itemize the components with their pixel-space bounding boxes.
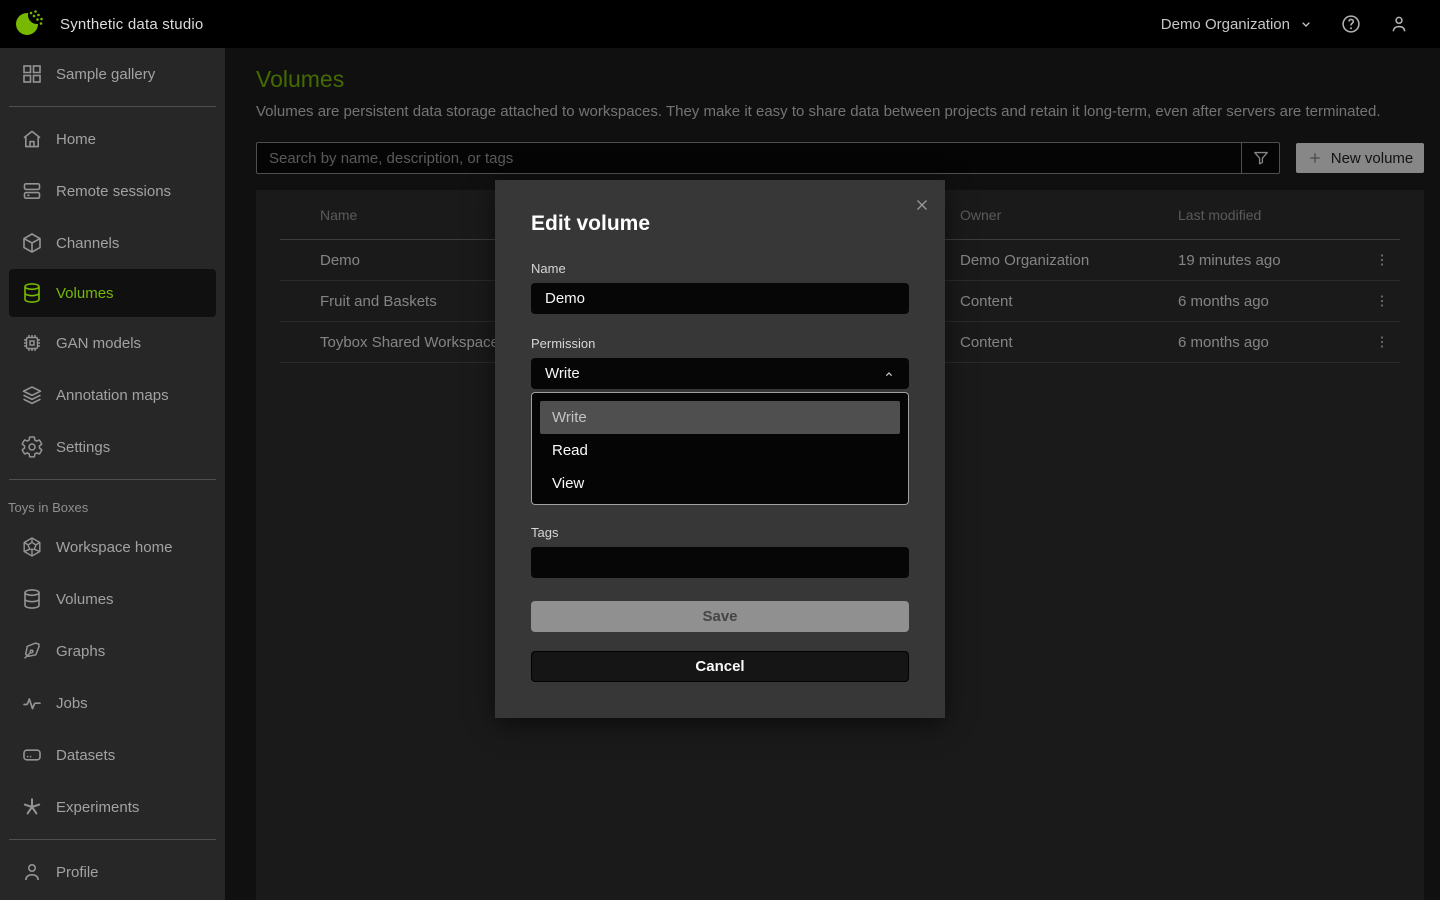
sidebar-item-profile[interactable]: Profile <box>0 846 225 898</box>
chip-icon <box>20 331 44 355</box>
save-button[interactable]: Save <box>531 601 909 632</box>
chevron-down-icon <box>1298 16 1314 32</box>
sidebar-item-settings[interactable]: Settings <box>0 421 225 473</box>
edit-volume-modal: Edit volume Name Permission Write Write … <box>495 180 945 718</box>
permission-options-list: Write Read View <box>531 392 909 505</box>
gear-icon <box>20 435 44 459</box>
polyhedron-icon <box>20 535 44 559</box>
sidebar-section-label: Toys in Boxes <box>0 486 225 521</box>
option-write[interactable]: Write <box>540 401 900 434</box>
help-icon <box>1340 13 1362 35</box>
organization-name: Demo Organization <box>1161 16 1290 33</box>
name-field[interactable] <box>531 283 909 314</box>
app-title: Synthetic data studio <box>60 16 203 33</box>
chevron-up-icon <box>881 366 897 382</box>
sidebar-item-workspace-volumes[interactable]: Volumes <box>0 573 225 625</box>
sidebar-item-experiments[interactable]: Experiments <box>0 781 225 833</box>
grid-icon <box>20 62 44 86</box>
permission-label: Permission <box>531 336 909 351</box>
close-button[interactable] <box>913 196 931 214</box>
cube-icon <box>20 231 44 255</box>
sidebar-item-label: GAN models <box>56 335 141 352</box>
person-icon <box>1388 13 1410 35</box>
sidebar-item-label: Settings <box>56 439 110 456</box>
sidebar-item-home[interactable]: Home <box>0 113 225 165</box>
pen-nib-icon <box>20 639 44 663</box>
option-view[interactable]: View <box>540 467 900 500</box>
sidebar-item-label: Volumes <box>56 285 114 302</box>
database-icon <box>20 587 44 611</box>
close-icon <box>913 196 931 214</box>
sidebar-item-label: Workspace home <box>56 539 172 556</box>
sidebar-item-sample-gallery[interactable]: Sample gallery <box>0 48 225 100</box>
sidebar-item-label: Profile <box>56 864 99 881</box>
account-button[interactable] <box>1388 13 1410 35</box>
sidebar-item-label: Graphs <box>56 643 105 660</box>
sidebar-item-remote-sessions[interactable]: Remote sessions <box>0 165 225 217</box>
app-root: Synthetic data studio Demo Organization <box>0 0 1440 900</box>
name-label: Name <box>531 261 909 276</box>
sidebar-item-channels[interactable]: Channels <box>0 217 225 269</box>
database-icon <box>20 281 44 305</box>
sidebar-item-label: Sample gallery <box>56 66 155 83</box>
sidebar-item-label: Datasets <box>56 747 115 764</box>
sidebar-divider <box>9 106 216 107</box>
drive-icon <box>20 743 44 767</box>
sidebar-item-datasets[interactable]: Datasets <box>0 729 225 781</box>
sidebar-item-label: Experiments <box>56 799 139 816</box>
cancel-button[interactable]: Cancel <box>531 651 909 682</box>
permission-select[interactable]: Write <box>531 358 909 389</box>
tags-field[interactable] <box>531 547 909 578</box>
option-read[interactable]: Read <box>540 434 900 467</box>
sidebar-item-label: Remote sessions <box>56 183 171 200</box>
asterisk-icon <box>20 795 44 819</box>
permission-selected-value: Write <box>545 365 580 382</box>
sidebar-item-gan-models[interactable]: GAN models <box>0 317 225 369</box>
server-icon <box>20 179 44 203</box>
sidebar-item-workspace-home[interactable]: Workspace home <box>0 521 225 573</box>
sidebar-item-annotation-maps[interactable]: Annotation maps <box>0 369 225 421</box>
sidebar-item-label: Annotation maps <box>56 387 169 404</box>
top-bar: Synthetic data studio Demo Organization <box>0 0 1440 48</box>
sidebar-item-label: Volumes <box>56 591 114 608</box>
app-logo-icon <box>14 7 44 41</box>
sidebar-item-label: Home <box>56 131 96 148</box>
sidebar-item-label: Channels <box>56 235 119 252</box>
tags-label: Tags <box>531 525 909 540</box>
person-icon <box>20 860 44 884</box>
pulse-icon <box>20 691 44 715</box>
sidebar-item-graphs[interactable]: Graphs <box>0 625 225 677</box>
sidebar: Sample gallery Home Remote sessions <box>0 48 225 900</box>
sidebar-divider <box>9 479 216 480</box>
modal-title: Edit volume <box>531 212 909 236</box>
layers-icon <box>20 383 44 407</box>
sidebar-divider <box>9 839 216 840</box>
sidebar-item-jobs[interactable]: Jobs <box>0 677 225 729</box>
organization-selector[interactable]: Demo Organization <box>1161 16 1314 33</box>
sidebar-item-volumes[interactable]: Volumes <box>9 269 216 317</box>
help-button[interactable] <box>1340 13 1362 35</box>
home-icon <box>20 127 44 151</box>
sidebar-item-label: Jobs <box>56 695 88 712</box>
